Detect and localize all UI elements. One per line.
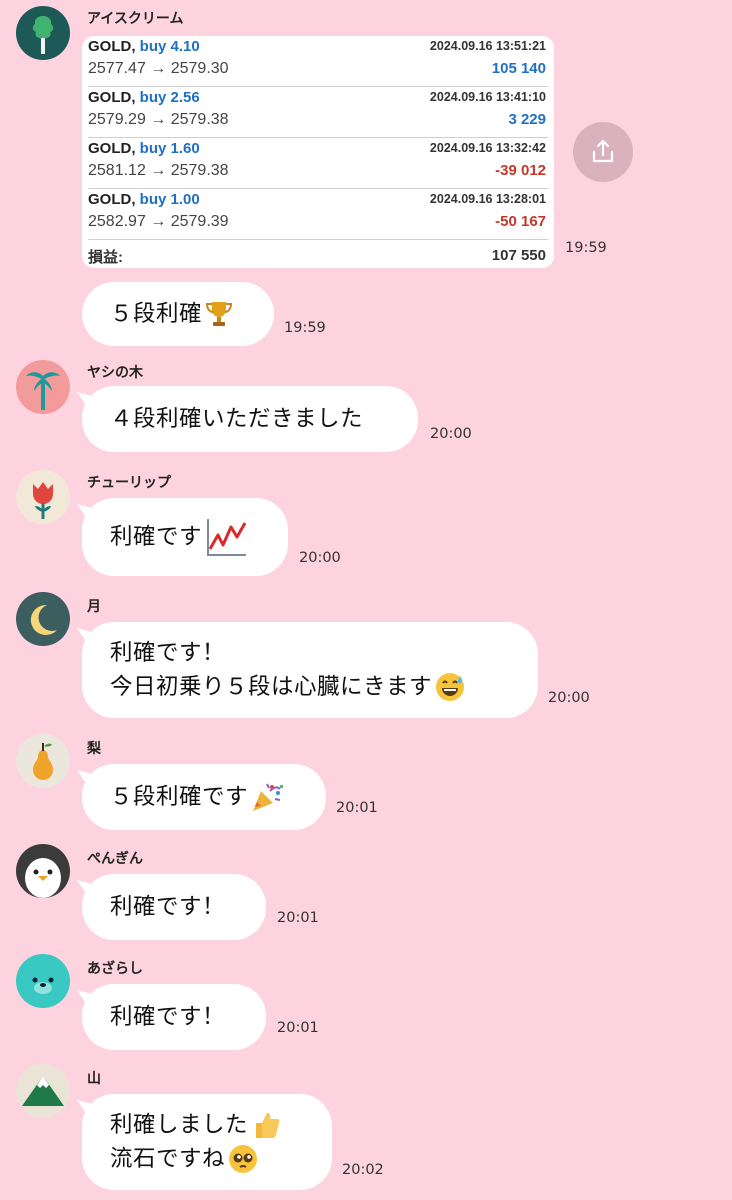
message-text: ５段利確 — [110, 301, 203, 327]
total-label: 損益: — [88, 249, 123, 266]
avatar-pear[interactable] — [16, 734, 70, 788]
sender-name: 月 — [87, 599, 101, 615]
message-time: 19:59 — [565, 240, 607, 256]
palm-tree-icon — [16, 360, 70, 414]
share-icon — [592, 139, 614, 163]
moon-icon — [16, 592, 70, 646]
trade-time: 2024.09.16 13:28:01 — [429, 192, 546, 206]
message-bubble[interactable]: 利確です — [82, 498, 288, 576]
sender-name: あざらし — [87, 961, 143, 977]
message-time: 20:01 — [277, 1020, 319, 1036]
trade-prices: 2579.29 → 2579.38 — [88, 111, 229, 128]
avatar-ice-cream[interactable] — [16, 6, 70, 60]
tulip-icon — [16, 470, 70, 524]
trade-row: GOLD, buy 1.60 2024.09.16 13:32:42 2581.… — [88, 138, 548, 189]
penguin-icon — [16, 844, 70, 898]
sweat-smile-icon — [434, 671, 466, 703]
trade-profit: 105 140 — [491, 60, 546, 77]
message-bubble[interactable]: 利確しました 流石ですね — [82, 1094, 332, 1190]
message-bubble[interactable]: ５段利確 — [82, 282, 274, 346]
sender-name: ぺんぎん — [87, 851, 143, 867]
message-bubble[interactable]: ４段利確いただきました — [82, 386, 418, 452]
trade-symbol: GOLD, buy 4.10 — [88, 38, 200, 55]
trade-symbol: GOLD, buy 1.60 — [88, 140, 200, 157]
message-text: 利確です！ — [110, 894, 226, 920]
message-bubble[interactable]: 利確です！ — [82, 874, 266, 940]
message-time: 19:59 — [284, 320, 326, 336]
message-time: 20:00 — [430, 426, 472, 442]
trophy-icon — [204, 299, 234, 329]
trade-profit: -50 167 — [495, 213, 546, 230]
total-value: 107 550 — [491, 247, 546, 264]
avatar-seal[interactable] — [16, 954, 70, 1008]
trade-total-row: 損益: 107 550 — [88, 242, 548, 266]
chart-up-icon — [204, 515, 250, 559]
trade-prices: 2581.12 → 2579.38 — [88, 162, 229, 179]
ice-cream-icon — [16, 6, 70, 60]
avatar-palm-tree[interactable] — [16, 360, 70, 414]
message-text: 利確しました — [110, 1112, 249, 1138]
message-bubble[interactable]: 利確です！ 今日初乗り５段は心臓にきます — [82, 622, 538, 718]
avatar-penguin[interactable] — [16, 844, 70, 898]
trade-prices: 2582.97 → 2579.39 — [88, 213, 229, 230]
trade-time: 2024.09.16 13:32:42 — [429, 141, 546, 155]
sender-name: ヤシの木 — [87, 365, 143, 381]
sender-name: アイスクリーム — [87, 11, 184, 27]
sender-name: チューリップ — [87, 475, 171, 491]
sender-name: 山 — [87, 1071, 101, 1087]
trade-prices: 2577.47 → 2579.30 — [88, 60, 229, 77]
trade-profit: -39 012 — [495, 162, 546, 179]
avatar-mountain[interactable] — [16, 1064, 70, 1118]
sender-name: 梨 — [87, 741, 101, 757]
message-text: ５段利確です — [110, 784, 249, 810]
message-text: 流石ですね — [110, 1146, 226, 1172]
seal-icon — [16, 954, 70, 1008]
thumbs-up-icon — [250, 1109, 282, 1141]
trade-profit: 3 229 — [508, 111, 546, 128]
message-bubble[interactable]: ５段利確です — [82, 764, 326, 830]
message-text: ４段利確いただきました — [110, 406, 364, 432]
message-time: 20:01 — [336, 800, 378, 816]
trade-symbol: GOLD, buy 1.00 — [88, 191, 200, 208]
message-text: 利確です！ — [110, 1004, 226, 1030]
message-time: 20:01 — [277, 910, 319, 926]
trade-row: GOLD, buy 4.10 2024.09.16 13:51:21 2577.… — [88, 36, 548, 87]
trade-row: GOLD, buy 2.56 2024.09.16 13:41:10 2579.… — [88, 87, 548, 138]
trade-screenshot[interactable]: GOLD, buy 4.10 2024.09.16 13:51:21 2577.… — [82, 36, 554, 268]
trade-time: 2024.09.16 13:41:10 — [429, 90, 546, 104]
avatar-moon[interactable] — [16, 592, 70, 646]
message-text: 今日初乗り５段は心臓にきます — [110, 674, 433, 700]
avatar-tulip[interactable] — [16, 470, 70, 524]
message-time: 20:00 — [548, 690, 590, 706]
party-popper-icon — [250, 781, 284, 813]
message-time: 20:00 — [299, 550, 341, 566]
trade-time: 2024.09.16 13:51:21 — [429, 39, 546, 53]
trade-symbol: GOLD, buy 2.56 — [88, 89, 200, 106]
message-text: 利確です！ — [110, 640, 226, 666]
share-button[interactable] — [573, 122, 633, 182]
pleading-face-icon — [227, 1143, 259, 1175]
pear-icon — [16, 734, 70, 788]
message-bubble[interactable]: 利確です！ — [82, 984, 266, 1050]
mountain-icon — [16, 1064, 70, 1118]
trade-row: GOLD, buy 1.00 2024.09.16 13:28:01 2582.… — [88, 189, 548, 240]
message-time: 20:02 — [342, 1162, 384, 1178]
message-text: 利確です — [110, 524, 203, 550]
